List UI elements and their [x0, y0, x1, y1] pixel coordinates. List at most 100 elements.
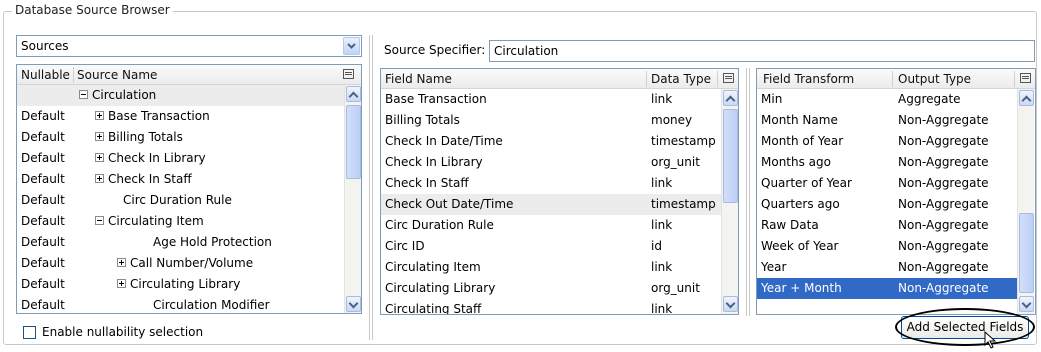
nullable-cell[interactable]: Default	[21, 214, 65, 228]
nullable-cell[interactable]: Default	[21, 298, 65, 312]
table-row[interactable]: Default Circulating Item	[17, 211, 344, 232]
expand-icon[interactable]	[95, 111, 104, 120]
source-name-label: Circulating Library	[130, 277, 241, 291]
scroll-down-button[interactable]	[1019, 296, 1034, 312]
table-row[interactable]: Month Name Non-Aggregate	[757, 110, 1017, 131]
expand-icon[interactable]	[95, 132, 104, 141]
expand-icon[interactable]	[117, 258, 126, 267]
header-source-name[interactable]: Source Name	[77, 68, 157, 82]
table-row[interactable]: Quarters ago Non-Aggregate	[757, 194, 1017, 215]
fields-table-header: Field Name Data Type	[381, 69, 738, 89]
nullable-cell[interactable]: Default	[21, 256, 65, 270]
table-row[interactable]: Check In Library org_unit	[381, 152, 721, 173]
table-row[interactable]: Month of Year Non-Aggregate	[757, 131, 1017, 152]
table-row[interactable]: Months ago Non-Aggregate	[757, 152, 1017, 173]
sources-dropdown[interactable]: Sources	[16, 35, 362, 57]
nullable-cell[interactable]: Default	[21, 151, 65, 165]
scroll-up-button[interactable]	[346, 86, 361, 102]
output-type-cell: Non-Aggregate	[898, 197, 989, 211]
collapse-icon[interactable]	[95, 216, 104, 225]
nullable-cell[interactable]: Default	[21, 193, 65, 207]
field-transform-cell: Raw Data	[761, 218, 819, 232]
table-row[interactable]: Default Base Transaction	[17, 106, 344, 127]
table-row[interactable]: Quarter of Year Non-Aggregate	[757, 173, 1017, 194]
header-field-name[interactable]: Field Name	[385, 72, 452, 86]
fields-table[interactable]: Field Name Data Type Base Transaction lin…	[380, 68, 739, 315]
expand-icon[interactable]	[117, 279, 126, 288]
table-row[interactable]: Circulating Staff link	[381, 299, 721, 314]
expand-icon[interactable]	[95, 174, 104, 183]
table-row[interactable]: Default Check In Staff	[17, 169, 344, 190]
table-row[interactable]: Week of Year Non-Aggregate	[757, 236, 1017, 257]
nullability-checkbox[interactable]	[23, 326, 36, 339]
table-row[interactable]: Default Circulating Library	[17, 274, 344, 295]
table-row[interactable]: Circ Duration Rule link	[381, 215, 721, 236]
nullable-cell[interactable]: Default	[21, 277, 65, 291]
fields-scrollbar[interactable]	[721, 89, 738, 314]
table-row[interactable]: Circulating Item link	[381, 257, 721, 278]
field-transform-cell: Year + Month	[761, 281, 842, 295]
transforms-scrollbar[interactable]	[1017, 89, 1034, 314]
output-type-cell: Non-Aggregate	[898, 155, 989, 169]
expand-icon[interactable]	[95, 153, 104, 162]
field-transform-cell: Month of Year	[761, 134, 844, 148]
source-name-cell: Billing Totals	[95, 130, 183, 144]
collapse-icon[interactable]	[79, 90, 88, 99]
scroll-up-button[interactable]	[723, 90, 738, 106]
transforms-table-header: Field Transform Output Type	[757, 69, 1035, 89]
header-nullable[interactable]: Nullable	[21, 68, 70, 82]
table-row[interactable]: Raw Data Non-Aggregate	[757, 215, 1017, 236]
transforms-table[interactable]: Field Transform Output Type Min Aggregate…	[756, 68, 1036, 315]
source-specifier-field[interactable]: Circulation	[489, 40, 1035, 62]
nullable-cell[interactable]: Default	[21, 235, 65, 249]
scroll-up-button[interactable]	[1019, 90, 1034, 106]
table-row[interactable]: Year Non-Aggregate	[757, 257, 1017, 278]
nullable-cell[interactable]: Default	[21, 130, 65, 144]
field-name-cell: Check In Library	[385, 155, 483, 169]
data-type-cell: money	[651, 113, 693, 127]
source-specifier-value: Circulation	[494, 44, 559, 58]
table-row[interactable]: Default Age Hold Protection	[17, 232, 344, 253]
column-chooser-icon[interactable]	[1020, 73, 1031, 83]
table-row[interactable]: Check Out Date/Time timestamp	[381, 194, 721, 215]
source-name-label: Circ Duration Rule	[123, 193, 232, 207]
table-row[interactable]: Default Circ Duration Rule	[17, 190, 344, 211]
source-name-cell: Circ Duration Rule	[123, 193, 232, 207]
field-transform-cell: Months ago	[761, 155, 831, 169]
table-row[interactable]: Check In Date/Time timestamp	[381, 131, 721, 152]
table-row[interactable]: Circulating Library org_unit	[381, 278, 721, 299]
table-row[interactable]: Default Billing Totals	[17, 127, 344, 148]
header-output-type[interactable]: Output Type	[898, 72, 971, 86]
table-row[interactable]: Billing Totals money	[381, 110, 721, 131]
sources-scrollbar[interactable]	[344, 85, 361, 313]
table-row[interactable]: Base Transaction link	[381, 89, 721, 110]
scroll-thumb[interactable]	[723, 109, 738, 203]
chevron-down-icon[interactable]	[343, 37, 360, 55]
header-data-type[interactable]: Data Type	[651, 72, 711, 86]
splitter-left[interactable]	[369, 35, 373, 340]
header-field-transform[interactable]: Field Transform	[763, 72, 854, 86]
source-name-cell: Circulation Modifier	[153, 298, 270, 312]
table-row[interactable]: Year + Month Non-Aggregate	[757, 278, 1017, 299]
nullable-cell[interactable]: Default	[21, 172, 65, 186]
table-row[interactable]: Min Aggregate	[757, 89, 1017, 110]
source-name-cell: Check In Library	[95, 151, 206, 165]
scroll-thumb[interactable]	[1019, 213, 1034, 293]
column-chooser-icon[interactable]	[723, 73, 734, 83]
column-chooser-icon[interactable]	[343, 69, 354, 79]
table-row[interactable]: Circulation	[17, 85, 344, 106]
field-name-cell: Check In Date/Time	[385, 134, 503, 148]
table-row[interactable]: Default Call Number/Volume	[17, 253, 344, 274]
nullable-cell[interactable]: Default	[21, 109, 65, 123]
sources-table-header: Nullable Source Name	[17, 65, 361, 85]
splitter-right[interactable]	[746, 68, 750, 316]
scroll-thumb[interactable]	[346, 105, 361, 179]
output-type-cell: Aggregate	[898, 92, 961, 106]
table-row[interactable]: Circ ID id	[381, 236, 721, 257]
table-row[interactable]: Default Circulation Modifier	[17, 295, 344, 313]
table-row[interactable]: Default Check In Library	[17, 148, 344, 169]
scroll-down-button[interactable]	[346, 296, 361, 312]
table-row[interactable]: Check In Staff link	[381, 173, 721, 194]
sources-tree-table[interactable]: Nullable Source Name Circulation Default B…	[16, 64, 362, 314]
scroll-down-button[interactable]	[723, 296, 738, 312]
